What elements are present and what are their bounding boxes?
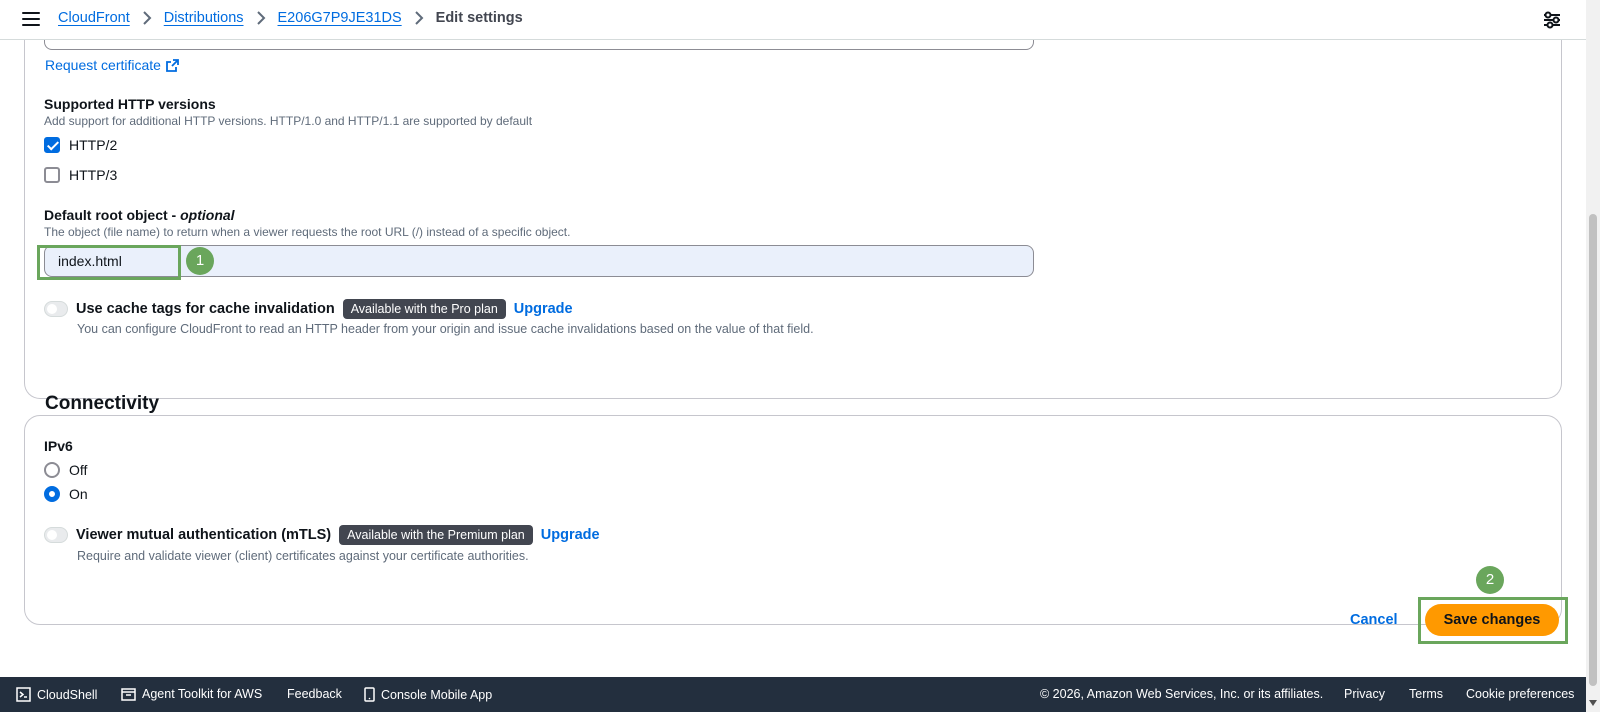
cache-tags-row: Use cache tags for cache invalidation Av…	[44, 299, 573, 319]
http3-option[interactable]: HTTP/3	[44, 167, 117, 183]
default-root-description: The object (file name) to return when a …	[44, 225, 571, 239]
breadcrumb-distributions[interactable]: Distributions	[164, 10, 244, 26]
optional-tag: optional	[180, 207, 235, 223]
breadcrumb: CloudFront Distributions E206G7P9JE31DS …	[58, 10, 523, 26]
terms-label: Terms	[1409, 687, 1444, 701]
request-certificate-link[interactable]: Request certificate	[45, 57, 179, 73]
privacy-label: Privacy	[1344, 687, 1385, 701]
http2-checkbox[interactable]	[44, 137, 60, 153]
feedback-link[interactable]: Feedback	[287, 687, 342, 701]
console-footer: CloudShell Agent Toolkit for AWS Feedbac…	[0, 677, 1586, 712]
mobile-phone-icon	[364, 687, 375, 702]
ipv6-off-radio[interactable]	[44, 462, 60, 478]
premium-plan-badge: Available with the Premium plan	[339, 525, 533, 545]
cookie-preferences-label: Cookie preferences	[1466, 687, 1575, 701]
ipv6-off-label: Off	[69, 462, 88, 478]
ipv6-label: IPv6	[44, 438, 73, 454]
external-link-icon	[166, 58, 179, 72]
copyright-text: © 2026, Amazon Web Services, Inc. or its…	[1040, 687, 1323, 701]
ipv6-off-option[interactable]: Off	[44, 462, 87, 478]
http-versions-description: Add support for additional HTTP versions…	[44, 114, 533, 128]
privacy-link[interactable]: Privacy	[1344, 687, 1385, 701]
cache-tags-label: Use cache tags for cache invalidation	[76, 301, 335, 317]
http2-label: HTTP/2	[69, 137, 118, 153]
chevron-right-icon	[414, 11, 424, 25]
hamburger-menu-icon[interactable]	[22, 12, 40, 28]
request-certificate-label: Request certificate	[45, 57, 161, 73]
toolkit-icon	[121, 688, 136, 701]
breadcrumb-distribution-id[interactable]: E206G7P9JE31DS	[278, 10, 402, 26]
http-versions-label: Supported HTTP versions	[44, 96, 216, 112]
agent-toolkit-link[interactable]: Agent Toolkit for AWS	[121, 687, 262, 701]
cache-tags-upgrade-link[interactable]: Upgrade	[514, 301, 573, 317]
pro-plan-badge: Available with the Pro plan	[342, 299, 506, 319]
mtls-upgrade-link[interactable]: Upgrade	[541, 527, 600, 543]
http3-checkbox[interactable]	[44, 167, 60, 183]
default-root-separator: -	[167, 207, 181, 223]
terms-link[interactable]: Terms	[1409, 687, 1443, 701]
mtls-toggle[interactable]	[44, 527, 68, 543]
save-changes-button[interactable]: Save changes	[1425, 604, 1559, 636]
cancel-button[interactable]: Cancel	[1350, 612, 1398, 628]
agent-toolkit-label: Agent Toolkit for AWS	[142, 687, 263, 701]
ipv6-on-label: On	[69, 486, 88, 502]
breadcrumb-cloudfront[interactable]: CloudFront	[58, 10, 130, 26]
copyright-label: © 2026, Amazon Web Services, Inc. or its…	[1040, 687, 1324, 701]
chevron-right-icon	[143, 11, 152, 25]
cache-tags-description: You can configure CloudFront to read an …	[77, 322, 814, 336]
terminal-icon	[16, 687, 31, 702]
settings-panel	[24, 40, 1562, 399]
console-mobile-app-label: Console Mobile App	[381, 687, 493, 702]
chevron-right-icon	[256, 11, 265, 25]
main-content	[0, 40, 1586, 677]
default-root-label: Default root object - optional	[44, 207, 235, 223]
default-root-label-text: Default root object	[44, 207, 168, 223]
ipv6-on-radio[interactable]	[44, 486, 60, 502]
console-mobile-app-link[interactable]: Console Mobile App	[364, 687, 492, 702]
vertical-scrollbar[interactable]	[1586, 0, 1600, 712]
mtls-label: Viewer mutual authentication (mTLS)	[76, 527, 332, 543]
cookie-preferences-link[interactable]: Cookie preferences	[1466, 687, 1574, 701]
cloudshell-label: CloudShell	[37, 687, 98, 702]
preferences-icon[interactable]	[1542, 11, 1562, 29]
cache-tags-toggle[interactable]	[44, 301, 68, 317]
cloudshell-link[interactable]: CloudShell	[16, 687, 97, 702]
http2-option[interactable]: HTTP/2	[44, 137, 117, 153]
http3-label: HTTP/3	[69, 167, 118, 183]
ipv6-on-option[interactable]: On	[44, 486, 88, 502]
annotation-marker-2: 2	[1476, 566, 1504, 594]
connectivity-heading: Connectivity	[45, 393, 160, 414]
annotation-marker-1: 1	[186, 247, 214, 275]
scrollbar-thumb[interactable]	[1589, 214, 1597, 686]
connectivity-panel	[24, 415, 1562, 625]
top-navigation-bar: CloudFront Distributions E206G7P9JE31DS …	[0, 0, 1586, 40]
mtls-row: Viewer mutual authentication (mTLS) Avai…	[44, 525, 600, 545]
feedback-label: Feedback	[287, 687, 342, 701]
breadcrumb-current: Edit settings	[435, 10, 523, 26]
mtls-description: Require and validate viewer (client) cer…	[77, 549, 529, 563]
scroll-down-arrow-icon[interactable]	[1589, 700, 1597, 706]
